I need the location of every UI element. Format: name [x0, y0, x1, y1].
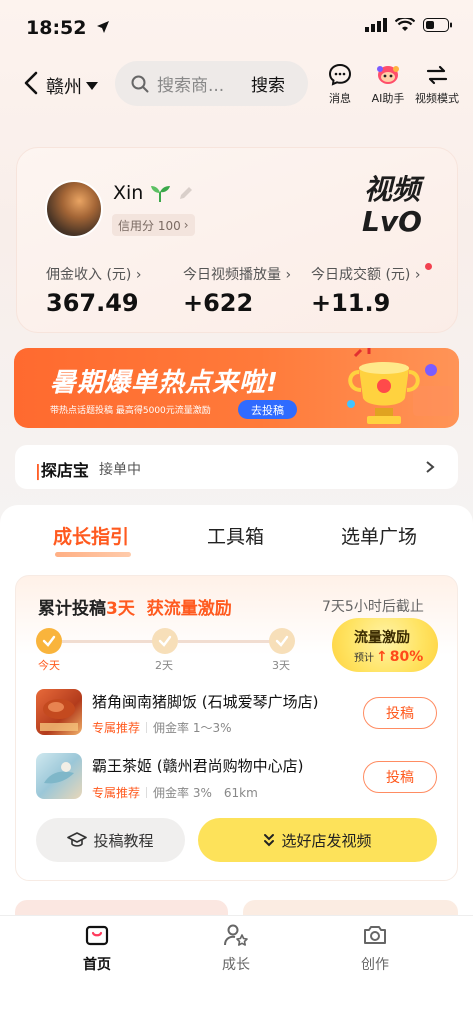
stat-plays-label[interactable]: 今日视频播放量 ›: [183, 264, 291, 284]
ai-assistant-icon: [377, 66, 399, 84]
store-submit-button[interactable]: 投稿: [363, 697, 437, 729]
progress-step-today: [36, 628, 62, 654]
camera-icon: [364, 926, 386, 944]
progress-line: [178, 640, 274, 643]
progress-step-day2: [152, 628, 178, 654]
shop-treasure-status: 接单中: [99, 462, 141, 478]
search-button[interactable]: 搜索: [251, 71, 285, 96]
banner-title: 暑期爆单热点来啦!: [50, 368, 279, 398]
city-label: 赣州: [46, 77, 82, 98]
credit-score-text: 信用分 100: [118, 218, 181, 233]
select-store-button[interactable]: 选好店发视频: [198, 818, 437, 862]
message-icon: [328, 63, 352, 86]
banner-subtitle: 带热点话题投稿 最高得5000元流量激励: [50, 406, 211, 416]
reward-title: 流量激励: [354, 630, 410, 646]
store-thumbnail[interactable]: [36, 753, 82, 799]
avatar[interactable]: [45, 180, 103, 238]
check-icon: [42, 635, 56, 647]
search-input[interactable]: 搜索商...: [157, 71, 237, 96]
edit-icon[interactable]: [177, 184, 195, 202]
progress-step-label: 2天: [155, 659, 173, 672]
stat-sales-label[interactable]: 今日成交额 (元) ›: [311, 264, 420, 284]
tab-toolbox[interactable]: 工具箱: [207, 522, 264, 549]
switch-icon: [426, 65, 448, 85]
store-meta: 专属推荐 佣金率 3% 61km: [92, 785, 258, 801]
check-icon: [275, 635, 289, 647]
growth-task-deadline: 7天5小时后截止: [322, 599, 424, 615]
battery-icon: [423, 18, 452, 32]
chevron-right-icon: ›: [183, 218, 189, 232]
home-icon: [85, 925, 109, 946]
status-time: 18:52: [26, 17, 110, 39]
stat-commission-label[interactable]: 佣金收入 (元) ›: [46, 264, 141, 284]
chevron-right-icon: [426, 461, 435, 473]
stat-commission-value: 367.49: [46, 289, 139, 317]
banner-submit-button[interactable]: 去投稿: [238, 400, 297, 419]
bottom-nav-growth[interactable]: 成长: [196, 922, 276, 974]
tab-growth-guide[interactable]: 成长指引: [53, 522, 129, 549]
user-name: Xin: [113, 182, 144, 204]
store-submit-button[interactable]: 投稿: [363, 761, 437, 793]
store-thumbnail[interactable]: [36, 689, 82, 735]
stat-plays-value: +622: [183, 289, 254, 317]
progress-step-label: 今天: [38, 659, 60, 672]
bottom-nav-growth-label: 成长: [222, 957, 250, 973]
progress-step-label: 3天: [272, 659, 290, 672]
bottom-nav-home[interactable]: 首页: [57, 922, 137, 974]
video-mode-button[interactable]: 视频模式: [407, 63, 467, 106]
caret-down-icon: [86, 82, 98, 90]
video-mode-label: 视频模式: [415, 92, 459, 105]
reward-estimate: 预计 ↑ 80%: [354, 649, 424, 665]
user-name-row: Xin: [113, 182, 195, 204]
sprout-icon: [151, 186, 171, 202]
tea-image-icon: [44, 762, 74, 784]
stat-sales-value: +11.9: [311, 289, 391, 317]
arrow-up-icon: ↑: [376, 649, 388, 665]
growth-task-title: 累计投稿3天 获流量激励: [38, 599, 232, 619]
check-icon: [158, 635, 172, 647]
tab-order-square[interactable]: 选单广场: [341, 522, 417, 549]
shop-treasure-title: |探店宝: [35, 461, 89, 480]
search-bar[interactable]: 搜索商... 搜索: [115, 61, 308, 106]
signal-icon: [365, 18, 387, 32]
bottom-nav-home-label: 首页: [83, 957, 111, 973]
graduation-cap-icon: [67, 832, 88, 847]
trophy-icon: [347, 348, 453, 424]
food-image-icon: [40, 699, 78, 731]
back-button[interactable]: [18, 68, 44, 98]
progress-line: [62, 640, 160, 643]
growth-icon: [224, 924, 248, 946]
bottom-nav-create-label: 创作: [361, 957, 389, 973]
status-icons: [365, 18, 453, 32]
credit-score[interactable]: 信用分 100 ›: [112, 214, 195, 236]
active-tab-underline: [55, 552, 131, 557]
chevron-left-icon: [24, 71, 38, 95]
video-level-badge: 视频 LvO: [362, 174, 422, 238]
wifi-icon: [395, 18, 415, 31]
video-level-line1: 视频: [363, 173, 420, 206]
location-arrow-icon: [97, 21, 110, 33]
store-meta: 专属推荐 佣金率 1～3%: [92, 721, 232, 735]
store-name[interactable]: 猪角闽南猪脚饭 (石城爱琴广场店): [92, 691, 318, 712]
progress-step-day3: [269, 628, 295, 654]
search-icon: [131, 75, 149, 92]
tutorial-button-label: 投稿教程: [93, 831, 154, 850]
ai-assistant-label: AI助手: [371, 92, 405, 105]
store-name[interactable]: 霸王茶姬 (赣州君尚购物中心店): [92, 755, 303, 776]
tutorial-button[interactable]: 投稿教程: [36, 818, 185, 862]
bottom-nav-create[interactable]: 创作: [335, 922, 415, 974]
video-level-line2: LvO: [362, 205, 422, 238]
city-selector[interactable]: 赣州: [46, 73, 98, 99]
double-chevron-down-icon: [264, 834, 275, 847]
message-label: 消息: [329, 92, 351, 105]
notification-dot: [425, 263, 432, 270]
select-store-button-label: 选好店发视频: [281, 831, 372, 850]
